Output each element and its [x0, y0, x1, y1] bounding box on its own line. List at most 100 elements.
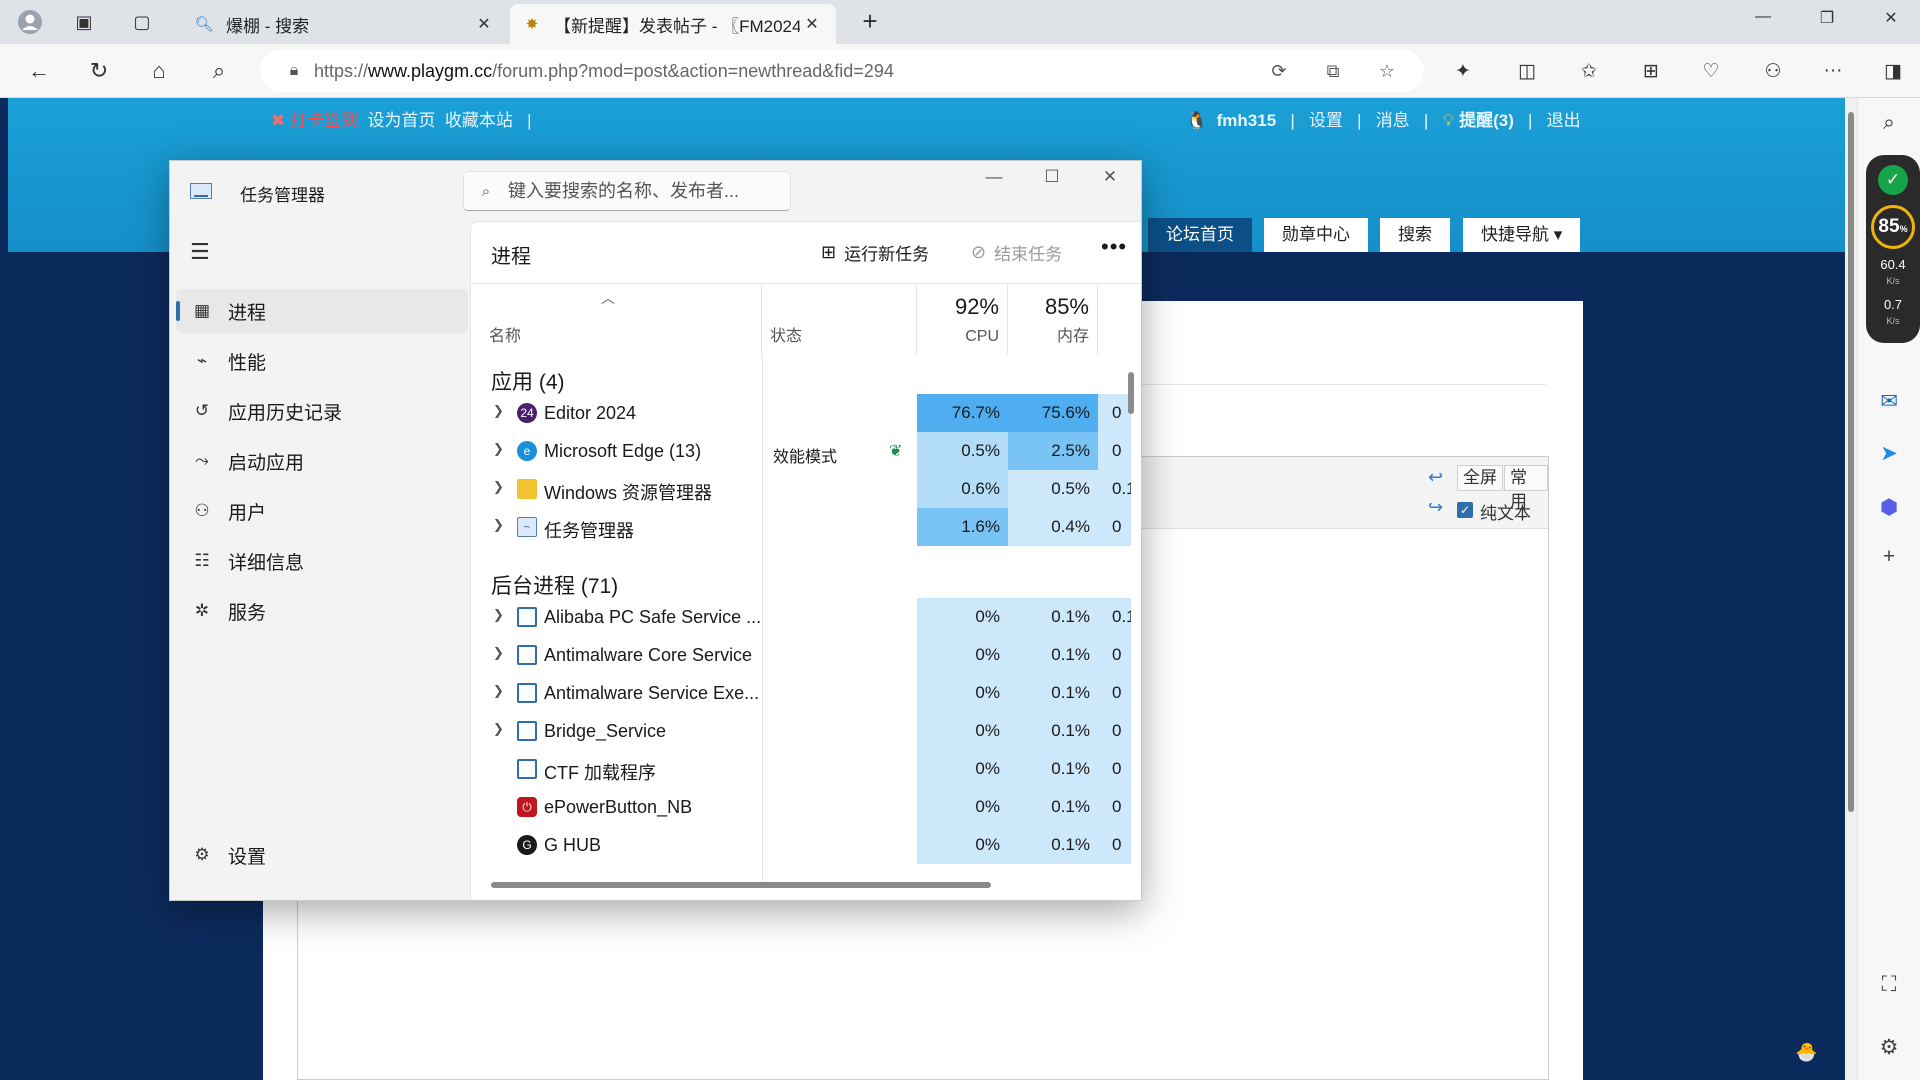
- chevron-right-icon[interactable]: ❯: [493, 479, 504, 495]
- close-icon[interactable]: ✕: [472, 14, 496, 34]
- fullscreen-button[interactable]: 全屏: [1457, 465, 1503, 491]
- home-icon[interactable]: ⌂: [142, 55, 176, 87]
- column-header-name[interactable]: ︿ 名称: [471, 284, 762, 354]
- minimize-button[interactable]: —: [965, 167, 1023, 201]
- chevron-right-icon[interactable]: ❯: [493, 441, 504, 457]
- process-row-ghub[interactable]: G G HUB 0% 0.1% 0: [471, 826, 1131, 864]
- messages-link[interactable]: 消息: [1376, 111, 1410, 130]
- outlook-icon[interactable]: ✉: [1874, 386, 1904, 416]
- lock-icon[interactable]: 🔒︎: [274, 62, 314, 80]
- share-icon[interactable]: ⚇: [1756, 55, 1790, 87]
- favorite-star-icon[interactable]: ☆: [1370, 54, 1404, 88]
- telegram-icon[interactable]: ➤: [1874, 438, 1904, 468]
- checkin-icon[interactable]: ✖: [271, 111, 285, 130]
- copilot-app-icon[interactable]: ⬢: [1874, 492, 1904, 522]
- refresh-icon[interactable]: ↻: [82, 55, 116, 87]
- bookmark-link[interactable]: 收藏本站: [445, 111, 513, 130]
- set-homepage-link[interactable]: 设为首页: [367, 111, 435, 130]
- more-options-icon[interactable]: ···: [1816, 55, 1850, 87]
- nav-performance[interactable]: ⌁ 性能: [176, 339, 468, 383]
- process-row-editor[interactable]: ❯ 24 Editor 2024 76.7% 75.6% 0: [471, 394, 1131, 432]
- nav-services[interactable]: ✲ 服务: [176, 589, 468, 633]
- search-input[interactable]: [508, 180, 778, 202]
- nav-processes[interactable]: ▦ 进程: [176, 289, 468, 333]
- extensions-icon[interactable]: ✦: [1446, 55, 1480, 87]
- sidebar-search-icon[interactable]: ⌕: [1874, 108, 1904, 138]
- chevron-right-icon[interactable]: ❯: [493, 721, 504, 737]
- column-header-status[interactable]: 状态: [762, 284, 917, 354]
- system-monitor-widget[interactable]: ✓ 85% 60.4 K/s 0.7 K/s: [1866, 155, 1920, 343]
- process-search-box[interactable]: ⌕: [463, 171, 791, 211]
- nav-forum-home[interactable]: 论坛首页: [1148, 218, 1252, 252]
- copilot-icon[interactable]: ⟳: [1262, 54, 1296, 88]
- restore-button[interactable]: ❐: [1804, 8, 1850, 36]
- favorites-icon[interactable]: ✩: [1572, 55, 1606, 87]
- more-options-icon[interactable]: •••: [1101, 234, 1127, 260]
- tab-search[interactable]: 🔍︎ 爆棚 - 搜索 ✕: [182, 4, 508, 44]
- chevron-right-icon[interactable]: ❯: [493, 607, 504, 623]
- profile-icon[interactable]: [14, 6, 46, 38]
- app-available-icon[interactable]: ⧉: [1316, 54, 1350, 88]
- nav-app-history[interactable]: ↺ 应用历史记录: [176, 389, 468, 433]
- hamburger-menu-icon[interactable]: ☰: [190, 239, 210, 265]
- vertical-tabs-icon[interactable]: ▢: [126, 6, 158, 38]
- url-text[interactable]: https://www.playgm.cc/forum.php?mod=post…: [314, 61, 894, 82]
- close-button[interactable]: ✕: [1081, 167, 1139, 201]
- end-task-button[interactable]: ⊘ 结束任务: [971, 240, 1062, 265]
- common-button[interactable]: 常用: [1504, 465, 1548, 511]
- nav-quick-nav[interactable]: 快捷导航 ▾: [1463, 218, 1581, 252]
- nav-search[interactable]: 搜索: [1380, 218, 1450, 252]
- username-link[interactable]: fmh315: [1217, 111, 1277, 130]
- process-row-edge[interactable]: ❯ e Microsoft Edge (13) 效能模式 ❦ 0.5% 2.5%…: [471, 432, 1131, 470]
- process-row-antimalware-core[interactable]: ❯ Antimalware Core Service 0% 0.1% 0: [471, 636, 1131, 674]
- reminders-link[interactable]: 提醒(3): [1459, 111, 1514, 130]
- process-row-explorer[interactable]: ❯ Windows 资源管理器 0.6% 0.5% 0.1: [471, 470, 1131, 508]
- process-row-alibaba[interactable]: ❯ Alibaba PC Safe Service ... 0% 0.1% 0.…: [471, 598, 1131, 636]
- page-scrollbar[interactable]: [1845, 98, 1857, 1080]
- back-icon[interactable]: ←: [22, 55, 56, 87]
- users-icon: ⚇: [194, 501, 210, 520]
- process-row-bridge[interactable]: ❯ Bridge_Service 0% 0.1% 0: [471, 712, 1131, 750]
- chevron-right-icon[interactable]: ❯: [493, 517, 504, 533]
- column-header-cpu[interactable]: 92% CPU: [917, 284, 1008, 354]
- vertical-scrollbar[interactable]: [1128, 372, 1134, 414]
- screenshot-icon[interactable]: ⛶: [1874, 970, 1904, 1000]
- add-sidebar-app-icon[interactable]: +: [1874, 542, 1904, 572]
- tab-forum-post[interactable]: ✸ 【新提醒】发表帖子 - 〖FM2024 ✕: [510, 4, 836, 44]
- checkin-link[interactable]: 打卡签到: [290, 111, 358, 130]
- sidebar-toggle-icon[interactable]: ◨: [1876, 55, 1910, 87]
- chevron-right-icon[interactable]: ❯: [493, 403, 504, 419]
- maximize-button[interactable]: ☐: [1023, 167, 1081, 201]
- scrollbar-thumb[interactable]: [1848, 112, 1854, 812]
- collections-icon[interactable]: ⊞: [1634, 55, 1668, 87]
- process-row-ctf[interactable]: CTF 加载程序 0% 0.1% 0: [471, 750, 1131, 788]
- process-row-epowerbutton[interactable]: ⏻ ePowerButton_NB 0% 0.1% 0: [471, 788, 1131, 826]
- redo-arrow-icon[interactable]: ↪: [1428, 497, 1443, 518]
- address-bar[interactable]: 🔒︎ https://www.playgm.cc/forum.php?mod=p…: [260, 50, 1424, 92]
- horizontal-scrollbar[interactable]: [491, 882, 991, 888]
- chevron-right-icon[interactable]: ❯: [493, 645, 504, 661]
- plaintext-checkbox[interactable]: ✓: [1457, 502, 1473, 518]
- nav-startup-apps[interactable]: ⤳ 启动应用: [176, 439, 468, 483]
- search-icon[interactable]: ⌕: [202, 55, 236, 87]
- run-new-task-button[interactable]: ⊞ 运行新任务: [821, 240, 929, 265]
- workspaces-icon[interactable]: ▣: [68, 6, 100, 38]
- chevron-right-icon[interactable]: ❯: [493, 683, 504, 699]
- process-row-antimalware-exe[interactable]: ❯ Antimalware Service Exe... 0% 0.1% 0: [471, 674, 1131, 712]
- split-screen-icon[interactable]: ◫: [1510, 55, 1544, 87]
- nav-users[interactable]: ⚇ 用户: [176, 489, 468, 533]
- process-row-taskmgr[interactable]: ❯ ~ 任务管理器 1.6% 0.4% 0: [471, 508, 1131, 546]
- minimize-button[interactable]: —: [1740, 8, 1786, 36]
- nav-details[interactable]: ☷ 详细信息: [176, 539, 468, 583]
- logout-link[interactable]: 退出: [1547, 111, 1581, 130]
- settings-link[interactable]: 设置: [1309, 111, 1343, 130]
- nav-settings[interactable]: ⚙ 设置: [176, 833, 468, 877]
- undo-arrow-icon[interactable]: ↩: [1428, 467, 1443, 488]
- new-tab-button[interactable]: +: [855, 8, 885, 38]
- nav-medal-center[interactable]: 勋章中心: [1264, 218, 1368, 252]
- close-window-button[interactable]: ✕: [1868, 8, 1914, 36]
- column-header-memory[interactable]: 85% 内存: [1008, 284, 1098, 354]
- sidebar-settings-icon[interactable]: ⚙: [1874, 1032, 1904, 1062]
- close-icon[interactable]: ✕: [800, 14, 824, 34]
- browser-essentials-icon[interactable]: ♡: [1694, 55, 1728, 87]
